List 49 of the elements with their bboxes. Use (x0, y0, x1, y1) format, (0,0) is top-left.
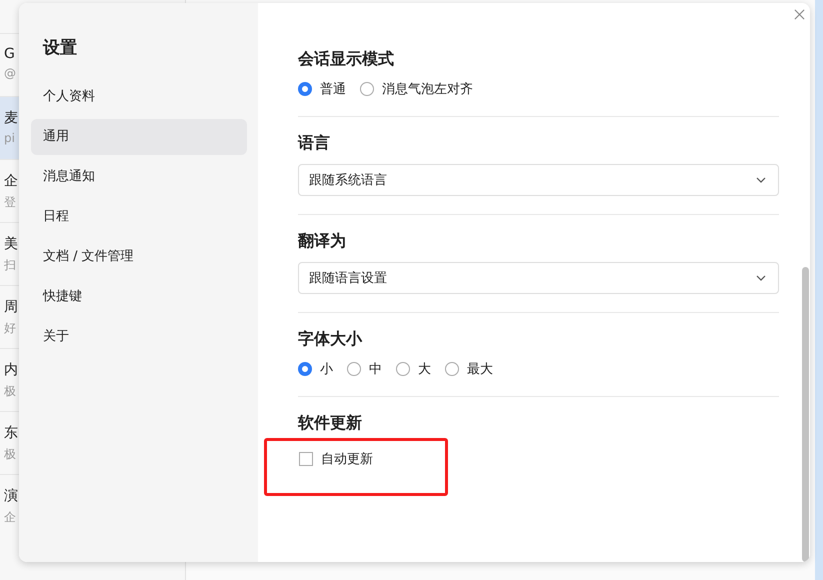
sidebar-item[interactable]: 日程 (31, 199, 247, 235)
sidebar-item[interactable]: 消息通知 (31, 159, 247, 195)
section-title: 软件更新 (298, 413, 363, 434)
chat-preview: 扫 (4, 257, 16, 274)
chat-preview: pi (4, 131, 15, 145)
dialog-title: 设置 (42, 37, 78, 59)
chat-name: 内 (4, 361, 18, 379)
option-label[interactable]: 小 (320, 360, 333, 378)
checkbox[interactable] (299, 452, 313, 466)
radio-button[interactable] (347, 362, 361, 376)
chat-name: 麦 (4, 109, 18, 127)
option-label[interactable]: 大 (418, 360, 431, 378)
chat-preview: 极 (4, 446, 16, 463)
radio-button[interactable] (298, 82, 312, 96)
close-icon[interactable] (794, 9, 805, 20)
chat-name: 演 (4, 487, 18, 505)
chat-name: 周 (4, 298, 18, 316)
chat-name: 美 (4, 235, 18, 253)
chat-name: 东 (4, 424, 18, 442)
option-label[interactable]: 中 (369, 360, 382, 378)
radio-button[interactable] (396, 362, 410, 376)
option-label[interactable]: 普通 (320, 80, 346, 98)
chat-name: G (4, 46, 15, 62)
chevron-down-icon (756, 177, 766, 183)
scrollbar[interactable] (802, 267, 809, 562)
section-title: 字体大小 (298, 329, 364, 350)
chat-preview: 好 (4, 320, 16, 337)
chat-preview: 登 (4, 194, 16, 211)
radio-button[interactable] (298, 362, 312, 376)
sidebar-item[interactable]: 文档 / 文件管理 (31, 239, 247, 275)
dropdown-field[interactable]: 跟随语言设置 (298, 262, 779, 294)
sidebar-item[interactable]: 通用 (31, 119, 247, 155)
chat-preview: 企 (4, 509, 16, 526)
sidebar-item[interactable]: 个人资料 (31, 79, 247, 115)
section-title: 会话显示模式 (298, 49, 395, 70)
sidebar-item[interactable]: 关于 (31, 319, 247, 355)
radio-button[interactable] (445, 362, 459, 376)
dropdown-field[interactable]: 跟随系统语言 (298, 164, 779, 196)
section-title: 翻译为 (298, 231, 347, 252)
checkbox-label[interactable]: 自动更新 (321, 450, 373, 468)
chat-preview: @ (4, 66, 16, 80)
section-title: 语言 (298, 133, 331, 154)
option-label[interactable]: 最大 (467, 360, 493, 378)
radio-button[interactable] (360, 82, 374, 96)
option-label[interactable]: 消息气泡左对齐 (382, 80, 473, 98)
chevron-down-icon (756, 275, 766, 281)
sidebar-item[interactable]: 快捷键 (31, 279, 247, 315)
chat-preview: 极 (4, 383, 16, 400)
chat-name: 企 (4, 172, 18, 190)
